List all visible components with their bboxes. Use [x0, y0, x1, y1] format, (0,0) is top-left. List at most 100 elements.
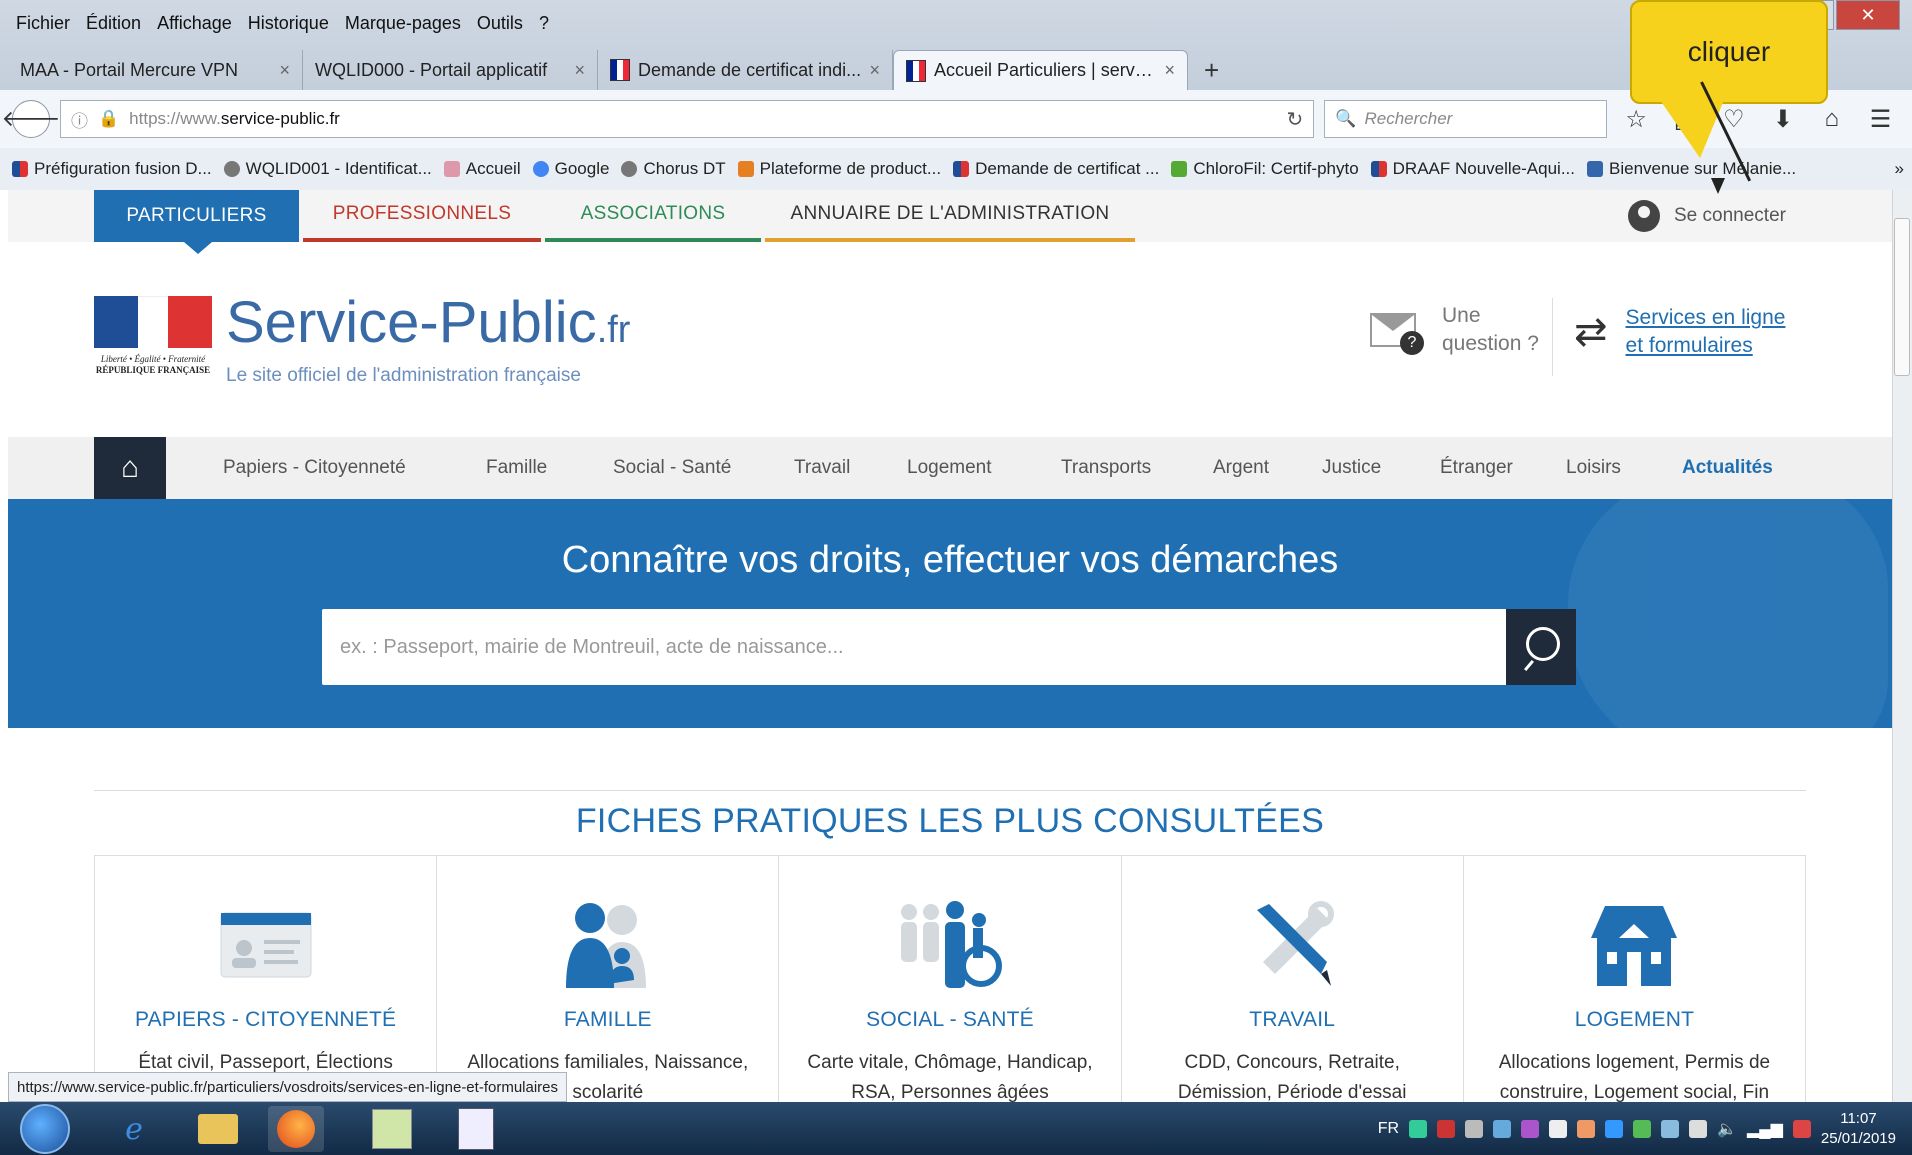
france-flag-icon	[906, 59, 926, 82]
signal-icon[interactable]: ▂▄▆	[1747, 1119, 1783, 1139]
logo-republic: RÉPUBLIQUE FRANÇAISE	[95, 364, 211, 375]
tab-close-icon[interactable]: ×	[574, 60, 585, 81]
green-app-icon[interactable]	[1633, 1119, 1652, 1138]
tab-professionnels[interactable]: PROFESSIONNELS	[303, 190, 541, 242]
site-search-input[interactable]: ex. : Passeport, mairie de Montreuil, ac…	[322, 609, 1506, 685]
nav-travail[interactable]: Travail	[794, 437, 850, 499]
tab-accueil-particuliers[interactable]: Accueil Particuliers | servic... ×	[893, 50, 1188, 90]
tab-demande-certificat[interactable]: Demande de certificat indi... ×	[598, 50, 893, 90]
bookmark-plateforme[interactable]: Plateforme de product...	[737, 159, 941, 179]
menu-historique[interactable]: Historique	[248, 13, 329, 34]
tab-particuliers[interactable]: PARTICULIERS	[94, 190, 299, 254]
nav-loisirs[interactable]: Loisirs	[1566, 437, 1621, 499]
menu-fichier[interactable]: Fichier	[16, 13, 70, 34]
nav-logement[interactable]: Logement	[907, 437, 992, 499]
tab-close-icon[interactable]: ×	[1164, 60, 1175, 81]
tab-close-icon[interactable]: ×	[869, 60, 880, 81]
nav-papiers[interactable]: Papiers - Citoyenneté	[223, 437, 406, 499]
search-placeholder: Rechercher	[1364, 109, 1453, 128]
pin-icon	[737, 161, 754, 177]
back-arrow-icon[interactable]: 🡐	[2, 100, 61, 138]
new-tab-button[interactable]: +	[1188, 50, 1235, 90]
power-icon[interactable]	[1689, 1119, 1708, 1138]
card-papiers[interactable]: PAPIERS - CITOYENNETÉ État civil, Passep…	[95, 856, 438, 1102]
family-icon	[553, 900, 663, 990]
action-center-flag-icon[interactable]	[1792, 1119, 1811, 1138]
bookmark-google[interactable]: Google	[532, 159, 609, 179]
menu-marque-pages[interactable]: Marque-pages	[345, 13, 461, 34]
connect-button[interactable]: Se connecter	[1628, 190, 1786, 242]
nav-actualites[interactable]: Actualités	[1682, 437, 1773, 499]
language-indicator[interactable]: FR	[1378, 1120, 1399, 1138]
internet-explorer-icon[interactable]: e	[106, 1106, 162, 1152]
security-icon[interactable]	[1549, 1119, 1568, 1138]
tab-close-icon[interactable]: ×	[279, 60, 290, 81]
card-famille[interactable]: FAMILLE Allocations familiales, Naissanc…	[437, 856, 780, 1102]
home-icon[interactable]: ⌂	[94, 437, 166, 499]
info-icon[interactable]: ⓘ	[71, 107, 88, 132]
monitor-icon[interactable]	[1465, 1119, 1484, 1138]
update-icon[interactable]	[1661, 1119, 1680, 1138]
nav-transports[interactable]: Transports	[1061, 437, 1151, 499]
bookmarks-overflow-button[interactable]: »	[1895, 159, 1912, 179]
card-desc: CDD, Concours, Retraite, Démission, Péri…	[1177, 1052, 1407, 1102]
card-social-sante[interactable]: SOCIAL - SANTÉ Carte vitale, Chômage, Ha…	[779, 856, 1122, 1102]
bookmark-chorus-dt[interactable]: Chorus DT	[621, 159, 726, 179]
nav-social-sante[interactable]: Social - Santé	[613, 437, 731, 499]
bluetooth-icon[interactable]	[1605, 1119, 1624, 1138]
question-link[interactable]: ? Une question ?	[1370, 302, 1539, 358]
tab-portail-applicatif[interactable]: WQLID000 - Portail applicatif ×	[303, 50, 598, 90]
services-en-ligne-link[interactable]: Services en ligne et formulaires	[1626, 304, 1796, 360]
nav-justice[interactable]: Justice	[1322, 437, 1381, 499]
bookmark-prefiguration[interactable]: Préfiguration fusion D...	[12, 159, 212, 179]
shield-icon[interactable]	[1437, 1119, 1456, 1138]
scrollbar-thumb[interactable]	[1894, 218, 1910, 376]
sync-icon[interactable]	[1409, 1119, 1428, 1138]
app-photo-icon[interactable]	[364, 1106, 420, 1152]
volume-icon[interactable]: 🔈	[1717, 1119, 1737, 1139]
url-bar[interactable]: ⓘ 🔒 https://www.service-public.fr ↻	[60, 100, 1315, 138]
download-icon[interactable]: ⬇	[1763, 105, 1802, 134]
card-travail[interactable]: TRAVAIL CDD, Concours, Retraite, Démissi…	[1122, 856, 1464, 1102]
house-icon	[1579, 900, 1689, 990]
search-field[interactable]: 🔍 Rechercher	[1324, 100, 1607, 138]
marianne-bust-watermark	[1568, 499, 1888, 728]
star-bookmark-icon[interactable]: ☆	[1617, 105, 1656, 134]
bookmark-chlorofil[interactable]: ChloroFil: Certif-phyto	[1171, 159, 1359, 179]
window-close-icon[interactable]: ✕	[1836, 0, 1900, 30]
bookmark-wqlid001[interactable]: WQLID001 - Identificat...	[223, 159, 432, 179]
nav-etranger[interactable]: Étranger	[1440, 437, 1513, 499]
tab-annuaire[interactable]: ANNUAIRE DE L'ADMINISTRATION	[765, 190, 1135, 242]
firefox-icon[interactable]	[268, 1106, 324, 1152]
menu-affichage[interactable]: Affichage	[157, 13, 232, 34]
share-icon[interactable]	[1577, 1119, 1596, 1138]
tab-label: MAA - Portail Mercure VPN	[20, 59, 239, 80]
nav-famille[interactable]: Famille	[486, 437, 547, 499]
purple-app-icon[interactable]	[1521, 1119, 1540, 1138]
bookmark-draaf[interactable]: DRAAF Nouvelle-Aqui...	[1370, 159, 1575, 179]
search-icon: 🔍	[1335, 109, 1357, 128]
home-icon[interactable]: ⌂	[1812, 105, 1851, 133]
site-search-button[interactable]	[1506, 609, 1576, 685]
accessibility-icon	[895, 900, 1005, 990]
network-drive-icon[interactable]	[1493, 1119, 1512, 1138]
card-logement[interactable]: LOGEMENT Allocations logement, Permis de…	[1464, 856, 1805, 1102]
hamburger-menu-icon[interactable]: ☰	[1861, 105, 1900, 134]
bookmark-demande-certificat[interactable]: Demande de certificat ...	[953, 159, 1159, 179]
clock[interactable]: 11:07 25/01/2019	[1821, 1109, 1896, 1149]
bookmarks-bar: Préfiguration fusion D... WQLID001 - Ide…	[0, 148, 1912, 190]
tab-mercure-vpn[interactable]: MAA - Portail Mercure VPN ×	[8, 50, 303, 90]
menu-outils[interactable]: Outils	[477, 13, 523, 34]
bookmark-accueil[interactable]: Accueil	[443, 159, 521, 179]
start-button-icon[interactable]	[20, 1104, 70, 1154]
reload-icon[interactable]: ↻	[1287, 107, 1304, 132]
file-explorer-icon[interactable]	[190, 1106, 246, 1152]
document-icon[interactable]	[448, 1106, 504, 1152]
services-en-ligne: ⇄ Services en ligne et formulaires	[1574, 304, 1796, 360]
menu-edition[interactable]: Édition	[86, 13, 141, 34]
bookmark-melanie[interactable]: Bienvenue sur Mélanie...	[1587, 159, 1796, 179]
nav-argent[interactable]: Argent	[1213, 437, 1269, 499]
tab-associations[interactable]: ASSOCIATIONS	[545, 190, 761, 242]
menu-aide[interactable]: ?	[539, 13, 549, 34]
site-logo[interactable]: Liberté • Égalité • Fraternité RÉPUBLIQUE…	[94, 294, 630, 387]
